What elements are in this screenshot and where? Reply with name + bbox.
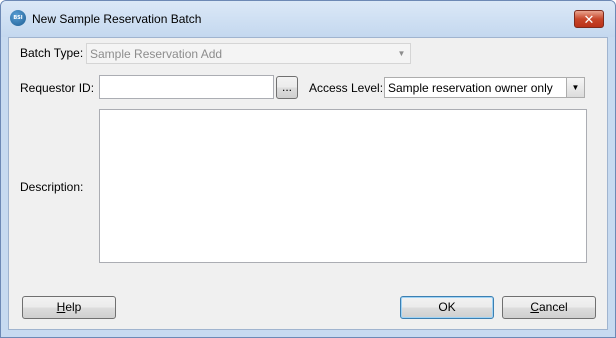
- help-button-label: Help: [56, 300, 82, 314]
- requestor-id-label: Requestor ID:: [20, 81, 95, 95]
- help-button[interactable]: Help: [22, 296, 116, 319]
- access-level-select[interactable]: Sample reservation owner only ▼: [384, 77, 585, 98]
- access-level-value: Sample reservation owner only: [388, 81, 553, 95]
- chevron-down-icon[interactable]: ▼: [566, 78, 584, 97]
- description-label: Description:: [20, 180, 84, 194]
- batch-type-select[interactable]: Sample Reservation Add ▼: [86, 43, 411, 64]
- description-textarea[interactable]: [99, 109, 587, 263]
- ok-button[interactable]: OK: [400, 296, 494, 319]
- batch-type-value: Sample Reservation Add: [90, 47, 223, 61]
- window-title: New Sample Reservation Batch: [32, 12, 202, 26]
- app-icon: BSI: [10, 10, 26, 26]
- requestor-id-input[interactable]: [99, 75, 274, 99]
- chevron-down-icon: ▼: [397, 49, 406, 58]
- dialog-window: BSI New Sample Reservation Batch ✕ Batch…: [0, 0, 616, 338]
- cancel-button-label: Cancel: [530, 300, 568, 314]
- dialog-body: Batch Type: Sample Reservation Add ▼ Req…: [8, 37, 608, 330]
- browse-requestor-button[interactable]: ...: [276, 76, 298, 99]
- close-button[interactable]: ✕: [574, 10, 604, 28]
- ok-button-label: OK: [438, 300, 456, 314]
- batch-type-label: Batch Type:: [20, 46, 84, 60]
- title-bar[interactable]: BSI New Sample Reservation Batch ✕: [1, 1, 615, 37]
- close-icon: ✕: [583, 12, 595, 27]
- access-level-label: Access Level:: [309, 81, 384, 95]
- cancel-button[interactable]: Cancel: [502, 296, 596, 319]
